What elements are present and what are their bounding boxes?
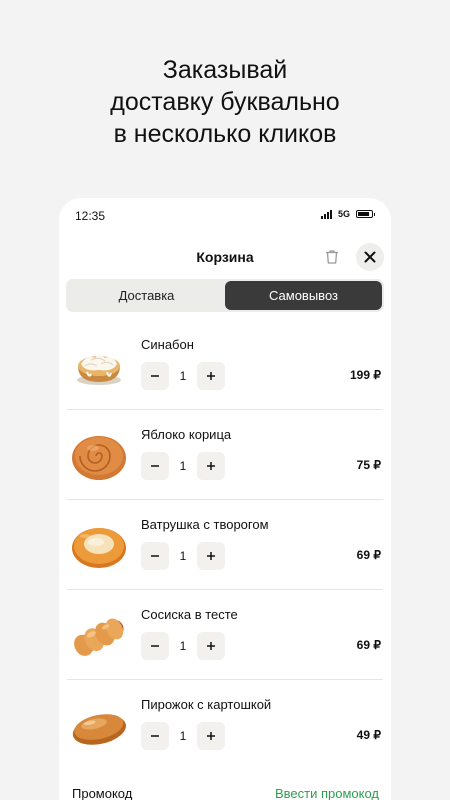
quantity-value: 1 <box>179 459 187 473</box>
quantity-value: 1 <box>179 549 187 563</box>
vatrushka-image <box>72 528 126 568</box>
decrease-button[interactable] <box>141 632 169 660</box>
item-price: 69 ₽ <box>356 638 381 652</box>
headline-line-2: доставку буквально <box>110 88 340 116</box>
delivery-mode-tabs: Доставка Самовывоз <box>66 279 384 312</box>
decrease-button[interactable] <box>141 452 169 480</box>
headline-line-3: в несколько кликов <box>113 120 337 148</box>
promo-headline: Заказывай доставку буквально в несколько… <box>0 54 450 150</box>
enter-promo-code-link[interactable]: Ввести промокод <box>275 786 379 800</box>
item-price: 49 ₽ <box>356 728 381 742</box>
close-button[interactable] <box>356 243 384 271</box>
increase-button[interactable] <box>197 632 225 660</box>
minus-icon <box>151 645 159 647</box>
status-time: 12:35 <box>75 209 106 223</box>
list-item: Синабон 1 199 ₽ <box>67 320 383 410</box>
tab-delivery[interactable]: Доставка <box>68 281 225 310</box>
item-name: Пирожок с картошкой <box>141 697 272 712</box>
phone-screen: 12:35 5G Корзина Доставка Самовывоз Сина… <box>59 198 391 800</box>
quantity-stepper: 1 <box>141 722 225 750</box>
item-price: 69 ₽ <box>356 548 381 562</box>
item-name: Сосиска в тесте <box>141 607 238 622</box>
quantity-stepper: 1 <box>141 632 225 660</box>
promo-code-row: Промокод Ввести промокод <box>72 786 379 800</box>
sausage-roll-image <box>74 618 124 656</box>
signal-icon <box>320 209 332 219</box>
plus-icon <box>207 372 215 380</box>
plus-icon <box>207 732 215 740</box>
list-item: Ватрушка с творогом 1 69 ₽ <box>67 500 383 590</box>
quantity-stepper: 1 <box>141 542 225 570</box>
quantity-value: 1 <box>179 639 187 653</box>
item-name: Синабон <box>141 337 194 352</box>
increase-button[interactable] <box>197 542 225 570</box>
network-label: 5G <box>337 209 350 219</box>
close-icon <box>364 251 376 263</box>
quantity-value: 1 <box>179 729 187 743</box>
decrease-button[interactable] <box>141 722 169 750</box>
decrease-button[interactable] <box>141 542 169 570</box>
minus-icon <box>151 465 159 467</box>
page-title: Корзина <box>196 249 254 265</box>
item-price: 75 ₽ <box>356 458 381 472</box>
promo-code-label: Промокод <box>72 786 133 800</box>
quantity-value: 1 <box>179 369 187 383</box>
status-bar: 12:35 5G <box>59 198 391 234</box>
minus-icon <box>151 375 159 377</box>
item-name: Яблоко корица <box>141 427 232 442</box>
increase-button[interactable] <box>197 452 225 480</box>
trash-icon[interactable] <box>323 248 341 266</box>
cart-items: Синабон 1 199 ₽ Яблоко корица 1 75 ₽ Ват… <box>59 320 391 770</box>
minus-icon <box>151 735 159 737</box>
status-icons: 5G <box>320 209 375 219</box>
quantity-stepper: 1 <box>141 452 225 480</box>
list-item: Пирожок с картошкой 1 49 ₽ <box>67 680 383 770</box>
cinnabon-image <box>77 355 121 385</box>
battery-icon <box>356 210 375 218</box>
tab-pickup[interactable]: Самовывоз <box>225 281 382 310</box>
item-price: 199 ₽ <box>350 368 381 382</box>
quantity-stepper: 1 <box>141 362 225 390</box>
item-name: Ватрушка с творогом <box>141 517 269 532</box>
increase-button[interactable] <box>197 362 225 390</box>
cart-header: Корзина <box>59 242 391 272</box>
apple-cinnamon-bun-image <box>72 436 126 480</box>
list-item: Сосиска в тесте 1 69 ₽ <box>67 590 383 680</box>
increase-button[interactable] <box>197 722 225 750</box>
list-item: Яблоко корица 1 75 ₽ <box>67 410 383 500</box>
minus-icon <box>151 555 159 557</box>
headline-line-1: Заказывай <box>162 56 288 84</box>
plus-icon <box>207 642 215 650</box>
plus-icon <box>207 462 215 470</box>
potato-pie-image <box>72 714 126 745</box>
plus-icon <box>207 552 215 560</box>
decrease-button[interactable] <box>141 362 169 390</box>
